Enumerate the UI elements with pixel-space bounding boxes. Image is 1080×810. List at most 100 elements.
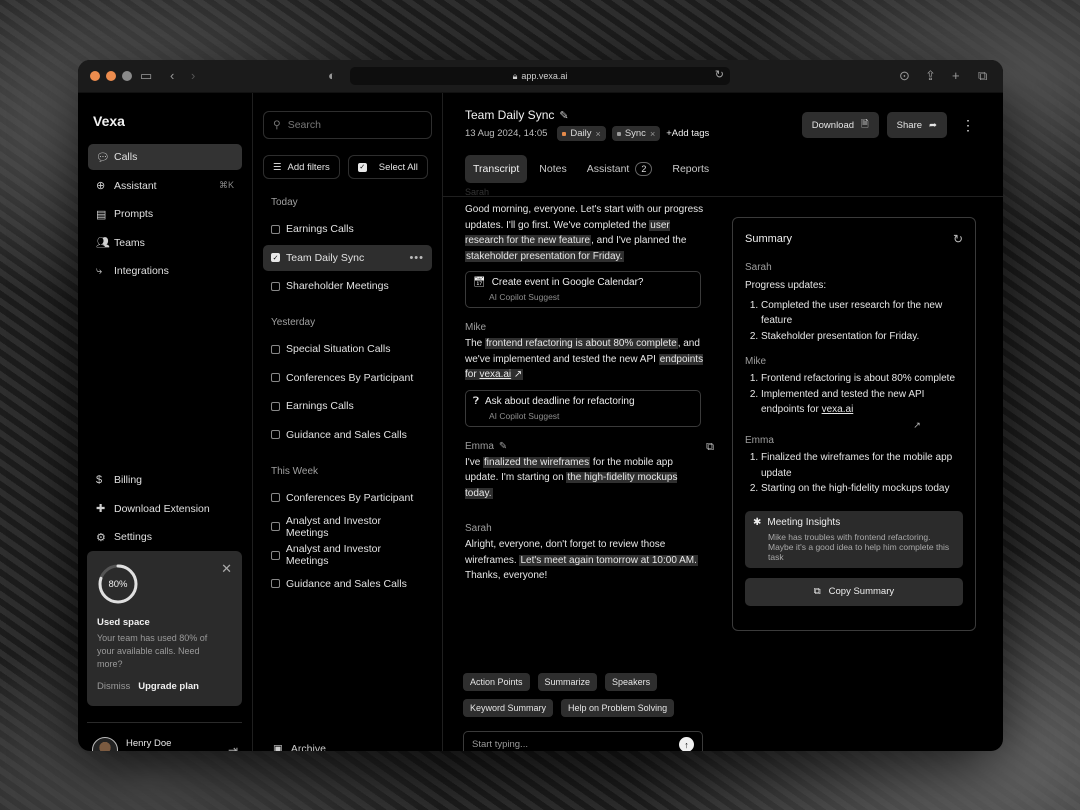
search-input[interactable] — [287, 119, 408, 131]
user-name: Henry Doe — [126, 738, 172, 749]
checkbox[interactable]: ✓ — [271, 253, 280, 263]
sidebar-item-settings[interactable]: ⚙ Settings — [88, 524, 242, 550]
upgrade-plan-button[interactable]: Upgrade plan — [138, 681, 199, 692]
call-item[interactable]: Conferences By Participant — [263, 485, 432, 511]
call-item-selected[interactable]: ✓ Team Daily Sync ••• — [263, 244, 432, 271]
chip-speakers[interactable]: Speakers — [605, 673, 658, 691]
external-link-icon[interactable]: ↗ — [514, 369, 522, 380]
highlight[interactable]: Let's meet again tomorrow at 10:00 AM. — [519, 554, 698, 566]
checkbox[interactable] — [271, 344, 280, 354]
new-tab-icon[interactable]: + — [952, 67, 960, 85]
call-item[interactable]: Analyst and Investor Meetings — [263, 542, 432, 568]
archive-button[interactable]: ▣ Archive — [273, 743, 326, 751]
checkbox[interactable] — [271, 401, 280, 411]
external-link-icon[interactable]: ↗ — [871, 418, 963, 434]
dismiss-button[interactable]: Dismiss — [97, 681, 130, 692]
call-item[interactable]: Conferences By Participant — [263, 365, 432, 391]
chip-keyword-summary[interactable]: Keyword Summary — [463, 699, 554, 717]
forward-icon[interactable]: › — [191, 67, 195, 85]
call-title: Shareholder Meetings — [286, 280, 389, 293]
edit-pencil-icon[interactable]: ✎ — [559, 109, 568, 122]
sparkle-icon: ✱ — [753, 516, 762, 528]
message-input[interactable] — [472, 739, 679, 750]
back-icon[interactable]: ‹ — [170, 67, 174, 85]
highlight[interactable]: stakeholder presentation for Friday. — [465, 250, 624, 262]
close-window-button[interactable] — [90, 71, 100, 81]
download-button[interactable]: Download 🗎︎ — [801, 112, 879, 138]
remove-tag-icon[interactable]: × — [596, 129, 601, 139]
call-item[interactable]: Earnings Calls — [263, 216, 432, 242]
chip-action-points[interactable]: Action Points — [463, 673, 530, 691]
checkbox[interactable] — [271, 430, 280, 440]
nav-label: Teams — [114, 236, 145, 249]
download-icon[interactable]: ⊙ — [899, 67, 910, 85]
chip-summarize[interactable]: Summarize — [537, 673, 598, 691]
sidebar-toggle-icon[interactable]: ▭ — [140, 67, 152, 85]
edit-pencil-icon[interactable]: ✎ — [499, 441, 507, 452]
tag-sync[interactable]: Sync × — [611, 126, 661, 141]
call-title: Guidance and Sales Calls — [286, 577, 407, 590]
call-item[interactable]: Shareholder Meetings — [263, 273, 432, 299]
share-button[interactable]: Share ➦ — [886, 112, 947, 138]
call-title: Special Situation Calls — [286, 343, 391, 356]
remove-tag-icon[interactable]: × — [650, 129, 655, 139]
transcript-message: I've finalized the wireframes for the mo… — [465, 456, 678, 499]
highlight[interactable]: finalized the wireframes — [483, 456, 591, 468]
speaker-name: Sarah — [465, 523, 492, 534]
address-bar[interactable]: 🔒︎ app.vexa.ai ↻ — [350, 67, 730, 85]
copy-summary-button[interactable]: ⧉ Copy Summary — [745, 577, 963, 606]
sidebar-item-prompts[interactable]: ▤ Prompts — [88, 201, 242, 227]
tab-assistant[interactable]: Assistant 2 — [579, 155, 661, 183]
call-item[interactable]: Special Situation Calls — [263, 336, 432, 362]
tab-reports[interactable]: Reports — [664, 155, 717, 183]
avatar[interactable] — [92, 737, 118, 751]
tab-transcript[interactable]: Transcript — [465, 155, 528, 183]
checkbox[interactable] — [271, 579, 280, 589]
more-options-icon[interactable]: ••• — [409, 252, 424, 264]
tag-daily[interactable]: Daily × — [557, 126, 606, 141]
checkbox[interactable] — [271, 493, 280, 503]
tabs-overview-icon[interactable]: ⧉ — [978, 67, 987, 85]
sidebar-item-integrations[interactable]: ⤷ Integrations — [88, 258, 242, 284]
sidebar-item-teams[interactable]: 👥︎ Teams — [88, 230, 242, 256]
checkbox[interactable] — [271, 522, 280, 532]
summary-title: Summary — [745, 233, 793, 245]
refresh-icon[interactable]: ↻ — [953, 232, 963, 246]
transcript: Good morning, everyone. Let's start with… — [465, 199, 714, 584]
call-item[interactable]: Guidance and Sales Calls — [263, 422, 432, 448]
send-arrow-icon[interactable]: ↑ — [679, 737, 694, 751]
sidebar-item-calls[interactable]: 💬︎ Calls — [88, 144, 242, 170]
ai-suggestion-card[interactable]: ❓︎ Ask about deadline for refactoring AI … — [465, 389, 701, 427]
call-item[interactable]: Guidance and Sales Calls — [263, 571, 432, 597]
faded-speaker-label: Sarah — [465, 187, 490, 197]
checkbox[interactable] — [271, 224, 280, 234]
tab-bar: Transcript Notes Assistant 2 Reports — [465, 155, 981, 183]
add-filters-button[interactable]: ☰ Add filters — [263, 155, 340, 179]
ai-suggestion-card[interactable]: 📅︎ Create event in Google Calendar? AI Co… — [465, 271, 701, 308]
search-box[interactable]: ⚲ — [263, 111, 432, 139]
tab-notes[interactable]: Notes — [531, 155, 574, 183]
sidebar-item-download-extension[interactable]: ✚ Download Extension — [88, 496, 242, 522]
logout-icon[interactable]: ⇥ — [228, 743, 238, 751]
maximize-window-button[interactable] — [122, 71, 132, 81]
sidebar-item-billing[interactable]: $ Billing — [88, 467, 242, 493]
chip-help-problem-solving[interactable]: Help on Problem Solving — [561, 699, 675, 717]
share-icon[interactable]: ⇪ — [925, 67, 936, 85]
checkbox[interactable] — [271, 550, 280, 560]
call-item[interactable]: Analyst and Investor Meetings — [263, 514, 432, 540]
add-tags-button[interactable]: +Add tags — [666, 128, 709, 139]
vexa-link[interactable]: vexa.ai — [479, 369, 511, 380]
more-vertical-icon[interactable]: ⋮ — [955, 117, 981, 134]
minimize-window-button[interactable] — [106, 71, 116, 81]
checkbox[interactable] — [271, 281, 280, 291]
close-icon[interactable]: ✕ — [221, 561, 232, 577]
sidebar-item-assistant[interactable]: ⊕ Assistant ⌘K — [88, 173, 242, 199]
select-all-button[interactable]: ✓ Select All — [347, 155, 428, 179]
call-item[interactable]: Earnings Calls — [263, 393, 432, 419]
copy-icon[interactable]: ⧉ — [706, 441, 714, 454]
checkbox[interactable] — [271, 373, 280, 383]
reload-icon[interactable]: ↻ — [715, 68, 724, 81]
shield-icon[interactable]: ◐ — [328, 67, 336, 85]
vexa-link[interactable]: vexa.ai — [822, 404, 854, 415]
highlight[interactable]: frontend refactoring is about 80% comple… — [485, 338, 678, 349]
